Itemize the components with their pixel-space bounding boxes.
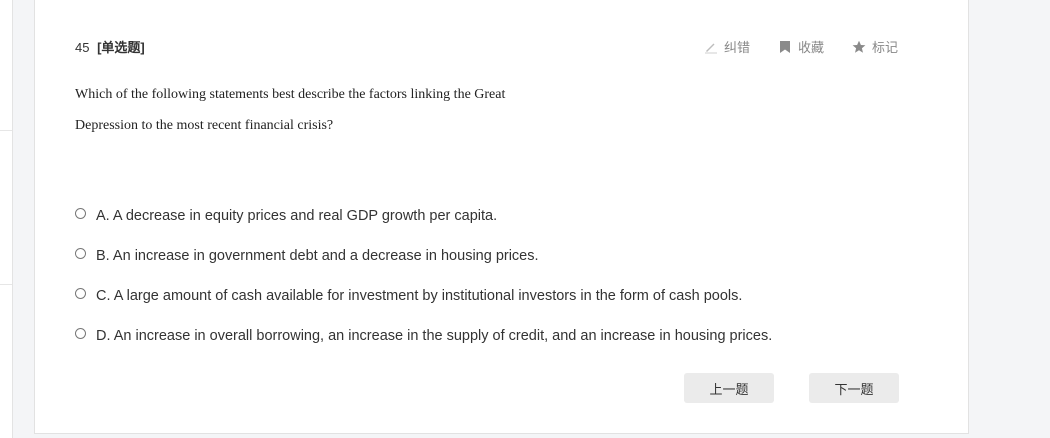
- option-text: B. An increase in government debt and a …: [96, 248, 539, 264]
- answer-options: A. A decrease in equity prices and real …: [75, 196, 772, 356]
- question-card: 45 [单选题] 纠错 收藏 标记 Which of the following…: [34, 0, 969, 434]
- option-text: C. A large amount of cash available for …: [96, 288, 743, 304]
- question-type: [单选题]: [97, 40, 145, 55]
- option-a[interactable]: A. A decrease in equity prices and real …: [75, 196, 772, 236]
- bookmark-icon: [778, 40, 792, 54]
- mark-button[interactable]: 标记: [852, 37, 898, 56]
- option-text: D. An increase in overall borrowing, an …: [96, 328, 773, 344]
- question-header: 45 [单选题]: [75, 37, 145, 56]
- pencil-icon: [704, 40, 718, 54]
- radio-button[interactable]: [75, 287, 86, 299]
- mark-label: 标记: [871, 40, 898, 55]
- next-question-button[interactable]: 下一题: [809, 373, 899, 403]
- option-c[interactable]: C. A large amount of cash available for …: [75, 276, 772, 316]
- question-stem-line: Depression to the most recent financial …: [75, 118, 334, 133]
- question-stem-line: Which of the following statements best d…: [75, 87, 506, 102]
- option-text: A. A decrease in equity prices and real …: [96, 208, 498, 224]
- option-b[interactable]: B. An increase in government debt and a …: [75, 236, 772, 276]
- question-stem: Which of the following statements best d…: [75, 79, 635, 141]
- favorite-label: 收藏: [797, 40, 824, 55]
- option-d[interactable]: D. An increase in overall borrowing, an …: [75, 316, 772, 356]
- question-number: 45: [75, 40, 90, 55]
- radio-button[interactable]: [75, 207, 86, 219]
- question-tools: 纠错 收藏 标记: [704, 37, 898, 56]
- favorite-button[interactable]: 收藏: [778, 37, 824, 56]
- radio-button[interactable]: [75, 327, 86, 339]
- report-error-label: 纠错: [723, 40, 750, 55]
- left-panel: [0, 0, 13, 438]
- star-icon: [852, 40, 866, 54]
- left-panel-section: [0, 130, 12, 285]
- previous-question-button[interactable]: 上一题: [684, 373, 774, 403]
- radio-button[interactable]: [75, 247, 86, 259]
- report-error-button[interactable]: 纠错: [704, 37, 750, 56]
